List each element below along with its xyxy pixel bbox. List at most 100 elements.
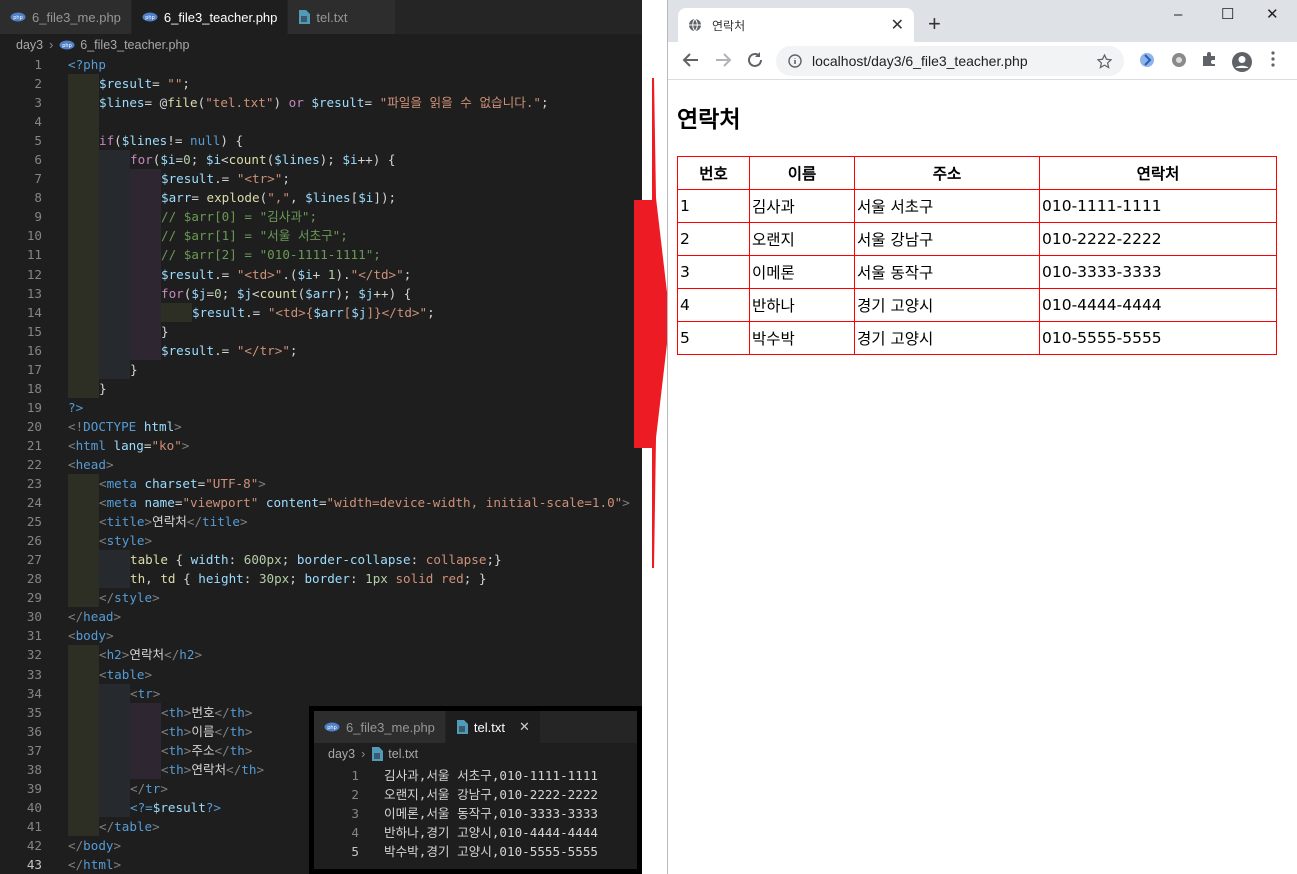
tab-6-file3-me[interactable]: php 6_file3_me.php — [0, 0, 132, 34]
kebab-menu-icon[interactable] — [1271, 51, 1275, 67]
indent-guides — [68, 550, 130, 570]
line-number: 40 — [26, 799, 42, 815]
code-text: } — [99, 379, 107, 398]
back-arrow-icon[interactable] — [682, 51, 700, 69]
breadcrumb-file[interactable]: tel.txt — [388, 747, 418, 761]
breadcrumb-folder[interactable]: day3 — [16, 38, 43, 52]
code-text: <th>번호</th> — [161, 703, 252, 722]
code-token: html — [136, 418, 175, 434]
code-token: table — [106, 666, 145, 682]
code-token: null — [190, 133, 221, 149]
indent-guide — [99, 702, 130, 722]
tab-tel-txt[interactable]: tel.txt — [288, 0, 397, 34]
tab-6-file3-teacher[interactable]: php 6_file3_teacher.php — [131, 0, 289, 34]
code-token: ; — [190, 152, 206, 168]
indent-guide — [68, 283, 99, 303]
code-token: ?> — [68, 399, 84, 415]
code-token: $j — [358, 285, 374, 301]
url-text: localhost/day3/6_file3_teacher.php — [812, 53, 1028, 69]
close-icon[interactable]: ✕ — [519, 719, 530, 735]
indent-guide — [68, 664, 99, 684]
tab-tel-txt[interactable]: tel.txt ✕ — [445, 711, 541, 743]
text-line: 4 반하나,경기 고양시,010-4444-4444 — [314, 823, 637, 842]
extension-gear-icon[interactable] — [1170, 51, 1188, 69]
code-token: $lines — [274, 152, 320, 168]
indent-guides — [68, 245, 161, 265]
tab-6-file3-me[interactable]: php 6_file3_me.php — [314, 711, 446, 743]
indent-guides — [68, 512, 99, 532]
line-number: 3 — [34, 95, 42, 111]
text-line-content: 반하나,경기 고양시,010-4444-4444 — [384, 825, 599, 841]
code-text: </table> — [99, 817, 160, 836]
star-icon[interactable] — [1097, 53, 1112, 69]
indent-guide — [130, 302, 161, 322]
code-token: count — [228, 152, 267, 168]
puzzle-icon[interactable] — [1201, 51, 1217, 67]
line-number: 22 — [26, 456, 42, 472]
code-token: < — [130, 685, 138, 701]
breadcrumb-folder[interactable]: day3 — [328, 747, 355, 761]
maximize-icon[interactable]: ☐ — [1221, 6, 1234, 24]
line-number: 4 — [34, 114, 42, 130]
table-row: 3 이메론 서울 동작구 010-3333-3333 — [677, 255, 1277, 289]
info-icon[interactable] — [788, 54, 802, 68]
extension-blue-icon[interactable] — [1138, 51, 1156, 69]
indent-guide — [130, 264, 161, 284]
code-token: "viewport" — [182, 495, 259, 511]
code-token: 0 — [183, 152, 191, 168]
code-token: .( — [282, 266, 298, 282]
code-line: 31 <body> — [0, 626, 642, 645]
indent-guide — [99, 797, 130, 817]
code-token: > — [244, 723, 253, 739]
reload-icon[interactable] — [746, 51, 764, 69]
rendered-page: 연락처 번호 이름 주소 연락처 1 김사과 서울 서초구 010-1111-1111… — [677, 100, 1277, 355]
browser-window: 연락처 ✕ + – ☐ ✕ localhost/day3/6_file3_tea… — [667, 0, 1297, 874]
code-text: $result.= "<td>".($i+ 1)."</td>"; — [161, 265, 411, 284]
code-token: "</tr>" — [236, 342, 290, 358]
code-token: = — [191, 190, 207, 206]
indent-guide — [68, 759, 99, 779]
code-token: </ — [68, 609, 84, 625]
close-tab-icon[interactable]: ✕ — [891, 15, 904, 35]
tel-txt-editor-panel[interactable]: php 6_file3_me.php tel.txt ✕ day3 › tel.… — [309, 706, 642, 874]
code-text: $lines= @file("tel.txt") or $result= "파일… — [99, 93, 549, 112]
code-line: 30 </head> — [0, 607, 642, 626]
indent-guide — [68, 131, 99, 151]
indent-guides — [68, 188, 161, 208]
indent-guide — [68, 264, 99, 284]
new-tab-icon[interactable]: + — [928, 12, 941, 36]
indent-guide — [99, 283, 130, 303]
browser-tab[interactable]: 연락처 ✕ — [678, 8, 914, 42]
forward-arrow-icon[interactable] — [714, 51, 732, 69]
tel-code-area[interactable]: 1 김사과,서울 서초구,010-1111-1111 2 오랜지,서울 강남구,010… — [314, 766, 637, 861]
code-token: for — [161, 285, 184, 301]
window-close-icon[interactable]: ✕ — [1266, 6, 1279, 24]
indent-guide — [130, 759, 161, 779]
table-header-row: 번호 이름 주소 연락처 — [677, 156, 1277, 190]
indent-guide — [68, 512, 99, 532]
line-number: 27 — [26, 552, 42, 568]
indent-guides — [68, 683, 130, 703]
code-token: meta — [106, 495, 137, 511]
tab-label: 6_file3_me.php — [346, 719, 435, 735]
code-token: </ — [164, 647, 180, 663]
code-token: "<td>{ — [267, 304, 314, 320]
php-file-icon: php — [142, 12, 158, 22]
indent-guide — [130, 340, 161, 360]
indent-guide — [68, 721, 99, 741]
code-token: </ — [214, 704, 230, 720]
profile-avatar-icon[interactable] — [1231, 51, 1253, 73]
address-bar[interactable]: localhost/day3/6_file3_teacher.php — [776, 46, 1124, 76]
minimize-icon[interactable]: – — [1174, 6, 1182, 24]
code-token: $result — [152, 799, 206, 815]
table-cell: 박수박 — [749, 321, 855, 355]
table-cell: 서울 서초구 — [854, 189, 1040, 223]
code-token: $lines — [121, 133, 168, 149]
text-line: 3 이메론,서울 동작구,010-3333-3333 — [314, 804, 637, 823]
code-line: 17} — [0, 359, 642, 379]
code-token: < — [99, 476, 107, 492]
code-token: body — [83, 837, 114, 853]
code-text: <tr> — [130, 684, 160, 703]
code-text: <th>주소</th> — [161, 741, 252, 760]
breadcrumb-file[interactable]: 6_file3_teacher.php — [80, 38, 189, 52]
